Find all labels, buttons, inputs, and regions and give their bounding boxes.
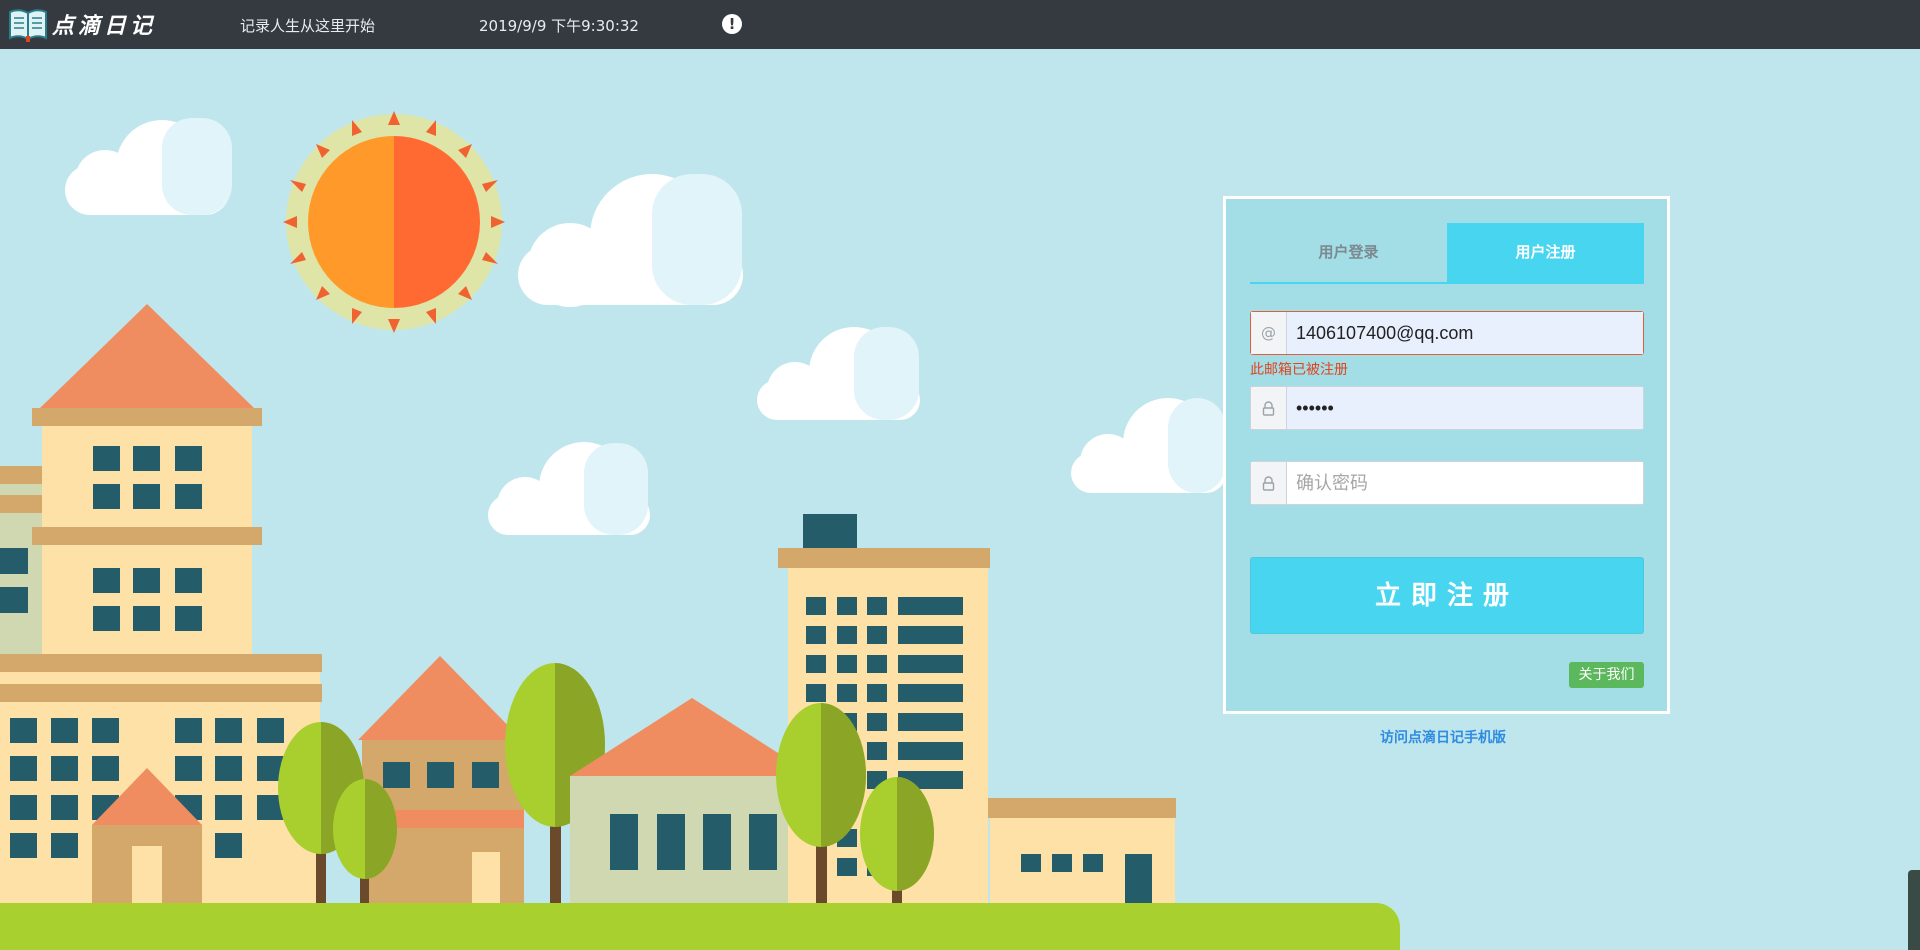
at-icon: @ (1251, 312, 1287, 354)
register-submit-button[interactable]: 立即注册 (1250, 557, 1644, 634)
cloud-3 (757, 327, 920, 420)
password-input[interactable] (1287, 387, 1643, 429)
about-us-button[interactable]: 关于我们 (1569, 662, 1644, 688)
email-field: @ (1250, 311, 1644, 355)
email-error-message: 此邮箱已被注册 (1250, 362, 1348, 378)
lock-icon (1251, 387, 1287, 429)
cloud-4 (488, 442, 650, 535)
top-navbar: 点滴日记 记录人生从这里开始 2019/9/9 下午9:30:32 ! (0, 0, 1920, 49)
cloud-2 (518, 174, 743, 307)
register-panel: 用户登录 用户注册 @ 此邮箱已被注册 立即注册 关于我们 (1223, 196, 1670, 714)
email-input[interactable] (1287, 312, 1643, 354)
password-field (1250, 386, 1644, 430)
confirm-password-input[interactable] (1287, 462, 1643, 504)
logo-text: 点滴日记 (52, 13, 157, 39)
tab-login[interactable]: 用户登录 (1250, 223, 1447, 282)
tab-register[interactable]: 用户注册 (1447, 223, 1644, 282)
book-icon (9, 9, 47, 42)
auth-tabs: 用户登录 用户注册 (1250, 223, 1644, 284)
site-logo[interactable]: 点滴日记 (8, 6, 168, 42)
cloud-5 (1071, 398, 1226, 493)
cloud-1 (65, 118, 232, 215)
site-tagline: 记录人生从这里开始 (240, 17, 376, 35)
alert-icon[interactable]: ! (722, 14, 742, 34)
scrollbar-handle[interactable] (1908, 870, 1920, 950)
confirm-password-field (1250, 461, 1644, 505)
lock-icon (1251, 462, 1287, 504)
current-datetime: 2019/9/9 下午9:30:32 (479, 17, 639, 35)
sun (283, 111, 505, 333)
mobile-version-link[interactable]: 访问点滴日记手机版 (1380, 727, 1506, 747)
